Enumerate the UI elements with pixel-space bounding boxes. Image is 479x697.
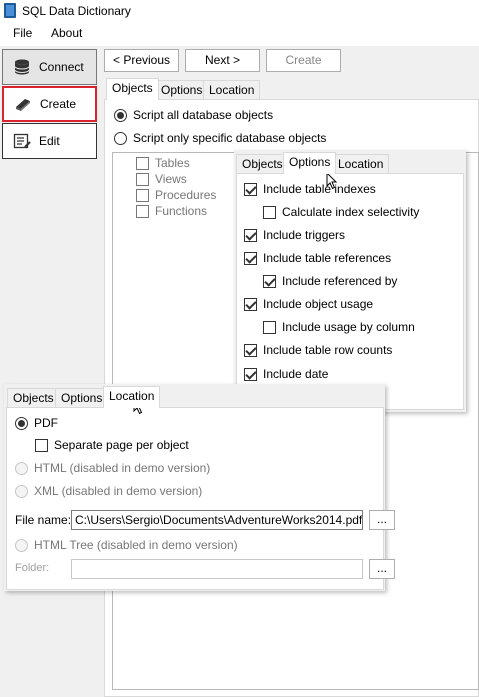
overlay-tab-objects[interactable]: Objects: [236, 154, 289, 174]
opt-referenced-by[interactable]: Include referenced by: [263, 274, 397, 288]
pdf-radio[interactable]: [15, 416, 28, 430]
create-button[interactable]: Create: [2, 86, 97, 122]
script-all-label: Script all database objects: [133, 108, 274, 122]
opt-include-date-label: Include date: [263, 367, 329, 381]
xml-label: XML (disabled in demo version): [34, 484, 203, 498]
browse-folder-button[interactable]: ...: [369, 559, 395, 579]
next-button[interactable]: Next >: [185, 49, 260, 72]
opt-object-usage[interactable]: Include object usage: [244, 297, 373, 311]
type-views-label: Views: [155, 172, 187, 186]
type-views-check[interactable]: [136, 172, 149, 186]
connect-label: Connect: [39, 60, 84, 74]
opt-usage-by-column-check[interactable]: [263, 320, 276, 334]
opt-row-counts-check[interactable]: [244, 343, 257, 357]
html-tree-label: HTML Tree (disabled in demo version): [34, 538, 238, 552]
type-functions-label: Functions: [155, 204, 208, 218]
location-tab-objects[interactable]: Objects: [7, 388, 60, 408]
folder-field[interactable]: [71, 559, 363, 579]
separate-page-option[interactable]: Separate page per object: [35, 438, 189, 452]
xml-radio[interactable]: [15, 484, 28, 498]
html-radio[interactable]: [15, 461, 28, 475]
html-label: HTML (disabled in demo version): [34, 461, 211, 475]
pdf-label: PDF: [34, 416, 58, 430]
script-specific-label: Script only specific database objects: [133, 131, 327, 145]
book-open-icon: [16, 99, 30, 111]
type-functions[interactable]: Functions: [136, 204, 207, 218]
window-title: SQL Data Dictionary: [22, 4, 131, 18]
previous-button[interactable]: < Previous: [104, 49, 179, 72]
opt-table-references[interactable]: Include table references: [244, 251, 391, 265]
opt-triggers-label: Include triggers: [263, 228, 346, 242]
type-tables-check[interactable]: [136, 156, 149, 170]
create-wizard-button[interactable]: Create: [266, 49, 341, 72]
menu-file[interactable]: File: [13, 26, 32, 40]
opt-index-selectivity-check[interactable]: [263, 205, 276, 219]
file-name-label: File name:: [15, 513, 72, 527]
script-specific-option[interactable]: Script only specific database objects: [114, 131, 326, 145]
overlay-tab-location[interactable]: Location: [332, 154, 390, 174]
opt-row-counts[interactable]: Include table row counts: [244, 343, 392, 357]
opt-object-usage-label: Include object usage: [263, 297, 374, 311]
opt-referenced-by-label: Include referenced by: [282, 274, 398, 288]
script-all-radio[interactable]: [114, 108, 127, 122]
opt-include-date-check[interactable]: [244, 367, 257, 381]
opt-index-selectivity-label: Calculate index selectivity: [282, 205, 420, 219]
opt-referenced-by-check[interactable]: [263, 274, 276, 288]
opt-table-indexes-label: Include table indexes: [263, 182, 376, 196]
opt-usage-by-column[interactable]: Include usage by column: [263, 320, 415, 334]
opt-table-references-label: Include table references: [263, 251, 392, 265]
file-name-field[interactable]: C:\Users\Sergio\Documents\AdventureWorks…: [71, 510, 363, 530]
edit-label: Edit: [39, 134, 60, 148]
type-procedures-label: Procedures: [155, 188, 217, 202]
type-functions-check[interactable]: [136, 204, 149, 218]
pdf-option[interactable]: PDF: [15, 416, 58, 430]
opt-table-indexes-check[interactable]: [244, 182, 257, 196]
opt-usage-by-column-label: Include usage by column: [282, 320, 415, 334]
html-tree-radio[interactable]: [15, 538, 28, 552]
location-tab-location[interactable]: Location: [103, 386, 161, 408]
title-bar: SQL Data Dictionary: [0, 0, 479, 22]
opt-table-references-check[interactable]: [244, 251, 257, 265]
edit-button[interactable]: Edit: [2, 123, 97, 159]
opt-include-date[interactable]: Include date: [244, 367, 328, 381]
browse-file-button[interactable]: ...: [369, 510, 395, 530]
type-tables-label: Tables: [155, 156, 190, 170]
tab-options[interactable]: Options: [155, 80, 209, 100]
script-all-option[interactable]: Script all database objects: [114, 108, 273, 122]
opt-triggers-check[interactable]: [244, 228, 257, 242]
separate-page-check[interactable]: [35, 438, 48, 452]
opt-table-indexes[interactable]: Include table indexes: [244, 182, 376, 196]
type-procedures-check[interactable]: [136, 188, 149, 202]
book-icon: [4, 3, 16, 18]
mouse-cursor-icon: [326, 172, 338, 190]
xml-option[interactable]: XML (disabled in demo version): [15, 484, 202, 498]
opt-object-usage-check[interactable]: [244, 297, 257, 311]
overlay-tab-options[interactable]: Options: [283, 152, 337, 174]
opt-index-selectivity[interactable]: Calculate index selectivity: [263, 205, 419, 219]
location-tab-options[interactable]: Options: [55, 388, 109, 408]
html-tree-option[interactable]: HTML Tree (disabled in demo version): [15, 538, 238, 552]
separate-page-label: Separate page per object: [54, 438, 189, 452]
database-icon: [14, 59, 30, 75]
html-option[interactable]: HTML (disabled in demo version): [15, 461, 210, 475]
script-specific-radio[interactable]: [114, 131, 127, 145]
folder-label: Folder:: [15, 562, 50, 574]
create-label: Create: [40, 97, 77, 111]
type-views[interactable]: Views: [136, 172, 187, 186]
edit-list-icon: [13, 133, 31, 149]
menu-about[interactable]: About: [51, 26, 82, 40]
menu-bar: File About: [0, 22, 479, 46]
opt-row-counts-label: Include table row counts: [263, 343, 393, 357]
opt-triggers[interactable]: Include triggers: [244, 228, 345, 242]
type-tables[interactable]: Tables: [136, 156, 190, 170]
connect-button[interactable]: Connect: [2, 49, 97, 85]
tab-objects[interactable]: Objects: [106, 78, 159, 100]
type-procedures[interactable]: Procedures: [136, 188, 216, 202]
tab-location[interactable]: Location: [203, 80, 261, 100]
